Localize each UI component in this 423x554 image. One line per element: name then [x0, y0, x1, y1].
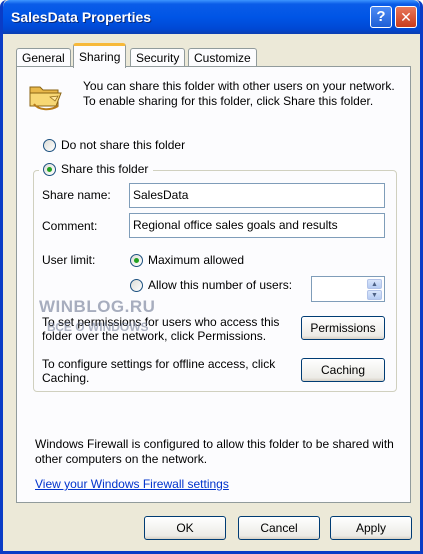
- apply-button[interactable]: Apply: [330, 516, 412, 540]
- permissions-button[interactable]: Permissions: [301, 316, 385, 340]
- maximum-allowed-radio[interactable]: [130, 254, 143, 267]
- sharing-content: You can share this folder with other use…: [3, 0, 420, 551]
- caching-button[interactable]: Caching: [301, 358, 385, 382]
- spin-down-icon[interactable]: ▼: [367, 290, 382, 300]
- do-not-share-radio[interactable]: [43, 139, 56, 152]
- shared-folder-icon: [29, 86, 62, 111]
- cancel-button[interactable]: Cancel: [238, 516, 320, 540]
- do-not-share-label[interactable]: Do not share this folder: [61, 138, 185, 152]
- comment-input[interactable]: Regional office sales goals and results: [129, 213, 385, 238]
- allow-number-radio[interactable]: [130, 279, 143, 292]
- comment-label: Comment:: [42, 219, 98, 233]
- share-this-folder-label[interactable]: Share this folder: [61, 162, 148, 176]
- watermark-logo: WINBLOG.RU: [39, 297, 156, 316]
- firewall-description: Windows Firewall is configured to allow …: [35, 437, 394, 466]
- ok-button[interactable]: OK: [144, 516, 226, 540]
- share-this-folder-radio[interactable]: [43, 163, 56, 176]
- maximum-allowed-label[interactable]: Maximum allowed: [148, 253, 244, 267]
- spin-up-icon[interactable]: ▲: [367, 279, 382, 289]
- watermark-subtitle: ВСЁ О WINDOWS: [47, 320, 149, 334]
- user-limit-label: User limit:: [42, 253, 96, 267]
- allow-number-label[interactable]: Allow this number of users:: [148, 278, 292, 292]
- properties-window: SalesData Properties ? ✕ General Sharing…: [0, 0, 423, 554]
- caching-description: To configure settings for offline access…: [42, 357, 276, 385]
- share-name-label: Share name:: [42, 188, 111, 202]
- share-name-input[interactable]: SalesData: [129, 183, 385, 208]
- sharing-intro-text: You can share this folder with other use…: [83, 79, 395, 108]
- firewall-settings-link[interactable]: View your Windows Firewall settings: [35, 477, 229, 491]
